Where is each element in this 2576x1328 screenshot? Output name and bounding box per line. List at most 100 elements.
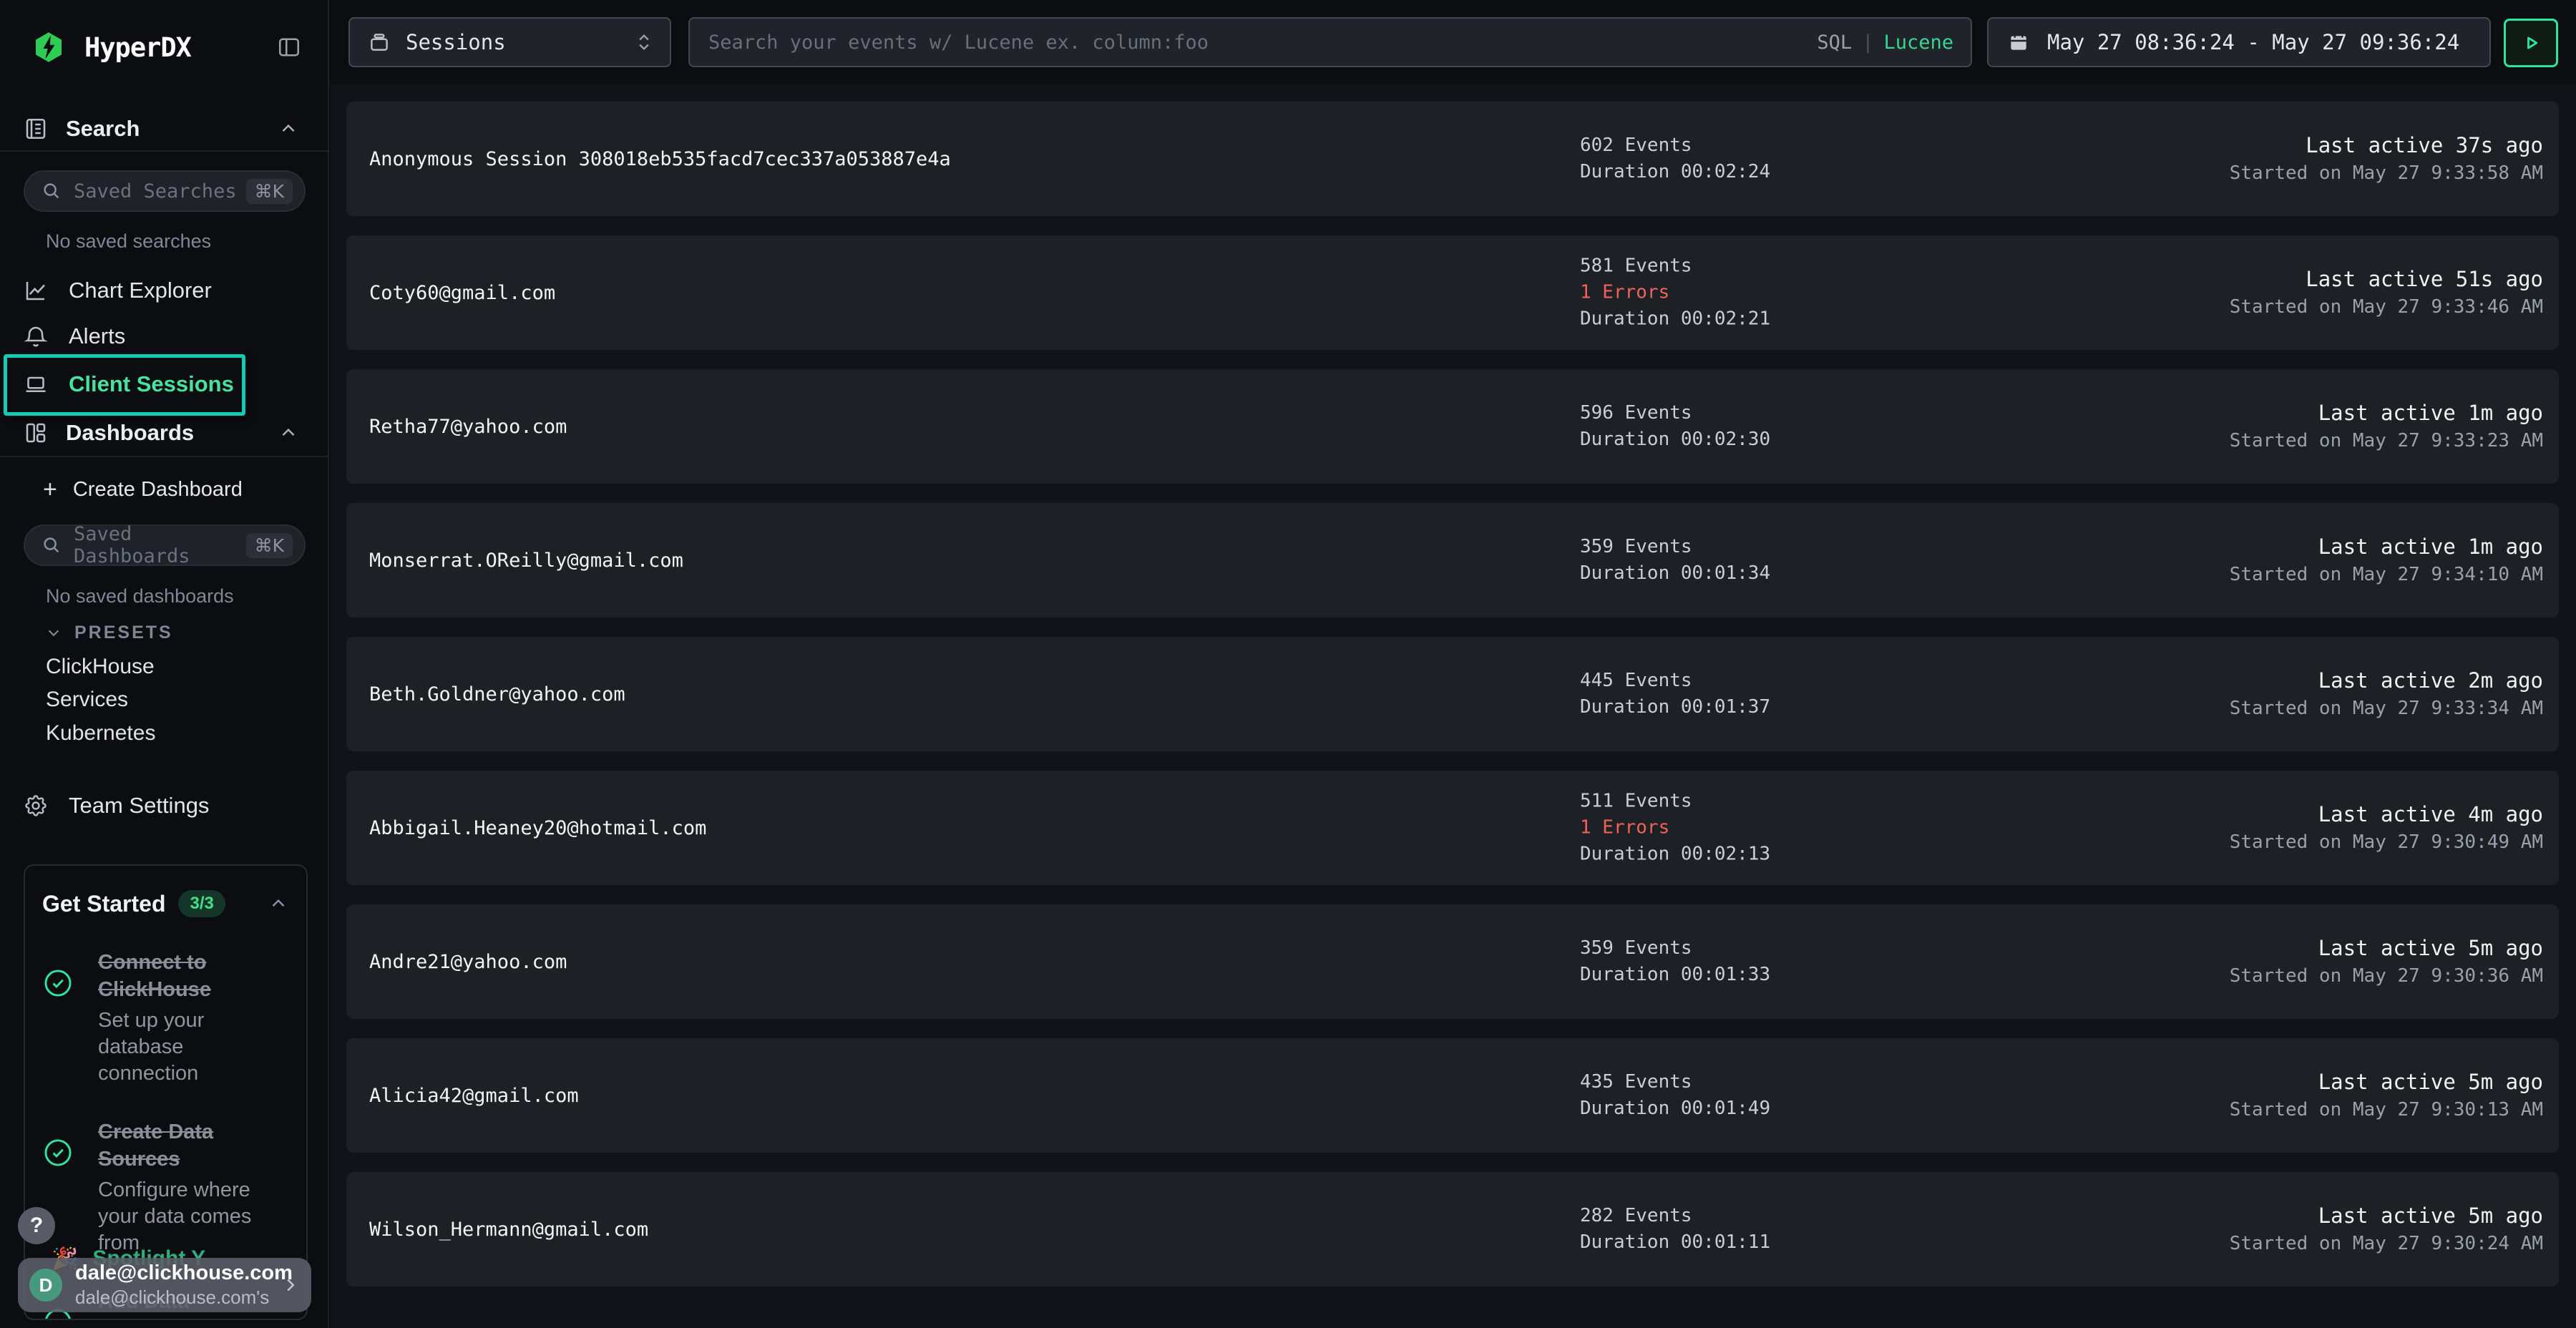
session-errors-count: 1 Errors	[1580, 815, 1770, 841]
session-last-active: Last active 5m ago	[2230, 1068, 2543, 1096]
create-dashboard-button[interactable]: + Create Dashboard	[0, 475, 328, 504]
divider	[0, 456, 328, 457]
session-name: Abbigail.Heaney20@hotmail.com	[369, 771, 706, 885]
sidebar-item-services[interactable]: Services	[0, 688, 328, 712]
sidebar-item-team-settings[interactable]: Team Settings	[0, 790, 328, 821]
sidebar-item-search[interactable]: Search	[0, 112, 328, 146]
session-row[interactable]: Anonymous Session 308018eb535facd7cec337…	[346, 102, 2559, 216]
session-events-count: 435 Events	[1580, 1069, 1770, 1095]
annotation-highlight-box	[4, 354, 245, 416]
presets-section-toggle[interactable]: PRESETS	[0, 620, 328, 645]
checklist-item-connect[interactable]: Connect to ClickHouse Set up your databa…	[42, 949, 289, 1087]
sessions-list-area: Anonymous Session 308018eb535facd7cec337…	[331, 84, 2576, 1328]
session-row[interactable]: Wilson_Hermann@gmail.com 282 Events Dura…	[346, 1172, 2559, 1286]
session-name: Andre21@yahoo.com	[369, 904, 567, 1019]
source-select-value: Sessions	[406, 30, 634, 54]
event-search-input[interactable]: Search your events w/ Lucene ex. column:…	[688, 17, 1972, 67]
dashboard-grid-icon	[23, 420, 49, 446]
sidebar-item-dashboards[interactable]: Dashboards	[0, 417, 328, 449]
session-name: Wilson_Hermann@gmail.com	[369, 1172, 648, 1286]
sidebar: HyperDX Search Saved Searches ⌘K No save…	[0, 0, 329, 1328]
sql-toggle[interactable]: SQL	[1817, 31, 1852, 54]
session-events-count: 602 Events	[1580, 132, 1770, 159]
session-events-count: 359 Events	[1580, 935, 1770, 962]
chevron-up-icon[interactable]	[268, 893, 289, 914]
session-started: Started on May 27 9:30:36 AM	[2230, 962, 2543, 990]
avatar: D	[29, 1269, 62, 1302]
session-row[interactable]: Andre21@yahoo.com 359 Events Duration 00…	[346, 904, 2559, 1019]
session-stats: 511 Events 1 Errors Duration 00:02:13	[1580, 788, 1770, 868]
session-stats: 282 Events Duration 00:01:11	[1580, 1203, 1770, 1256]
session-row[interactable]: Abbigail.Heaney20@hotmail.com 511 Events…	[346, 771, 2559, 885]
lucene-toggle[interactable]: Lucene	[1883, 31, 1953, 54]
session-events-count: 359 Events	[1580, 534, 1770, 560]
session-name: Coty60@gmail.com	[369, 235, 555, 350]
saved-dashboards-placeholder: Saved Dashboards	[74, 523, 246, 567]
session-last-active: Last active 2m ago	[2230, 666, 2543, 695]
no-saved-dashboards-text: No saved dashboards	[0, 585, 328, 607]
session-started: Started on May 27 9:34:10 AM	[2230, 561, 2543, 588]
session-events-count: 445 Events	[1580, 668, 1770, 694]
session-started: Started on May 27 9:30:24 AM	[2230, 1230, 2543, 1257]
session-times: Last active 5m ago Started on May 27 9:3…	[2230, 934, 2543, 990]
session-events-count: 596 Events	[1580, 400, 1770, 426]
chevron-up-icon[interactable]	[278, 422, 299, 444]
session-duration: Duration 00:02:24	[1580, 159, 1770, 185]
session-row[interactable]: Alicia42@gmail.com 435 Events Duration 0…	[346, 1038, 2559, 1153]
checklist-item-data-sources[interactable]: Create Data Sources Configure where your…	[42, 1118, 289, 1256]
session-name: Beth.Goldner@yahoo.com	[369, 637, 625, 751]
session-row[interactable]: Retha77@yahoo.com 596 Events Duration 00…	[346, 369, 2559, 484]
select-updown-icon	[634, 30, 654, 54]
session-events-count: 581 Events	[1580, 253, 1770, 280]
user-menu[interactable]: D dale@clickhouse.com dale@clickhouse.co…	[18, 1258, 311, 1312]
collapse-sidebar-icon[interactable]	[276, 34, 302, 60]
help-button[interactable]: ?	[18, 1207, 55, 1244]
session-last-active: Last active 4m ago	[2230, 800, 2543, 829]
session-name: Anonymous Session 308018eb535facd7cec337…	[369, 102, 951, 216]
sidebar-item-chart-explorer[interactable]: Chart Explorer	[0, 275, 328, 306]
saved-searches-input[interactable]: Saved Searches ⌘K	[24, 170, 306, 212]
session-stats: 435 Events Duration 00:01:49	[1580, 1069, 1770, 1122]
check-circle-icon	[42, 949, 88, 1087]
session-times: Last active 37s ago Started on May 27 9:…	[2230, 131, 2543, 187]
shortcut-badge: ⌘K	[246, 179, 293, 204]
user-email: dale@clickhouse.com	[75, 1261, 280, 1285]
run-query-button[interactable]	[2504, 19, 2558, 67]
session-last-active: Last active 37s ago	[2230, 131, 2543, 160]
time-range-value: May 27 08:36:24 - May 27 09:36:24	[2047, 30, 2459, 54]
session-name: Monserrat.OReilly@gmail.com	[369, 503, 683, 617]
gear-icon	[23, 793, 52, 819]
sessions-list: Anonymous Session 308018eb535facd7cec337…	[346, 102, 2559, 1306]
play-icon	[2519, 31, 2543, 55]
shortcut-badge: ⌘K	[246, 533, 293, 558]
saved-dashboards-input[interactable]: Saved Dashboards ⌘K	[24, 524, 306, 566]
source-select[interactable]: Sessions	[348, 17, 671, 67]
session-started: Started on May 27 9:33:58 AM	[2230, 160, 2543, 187]
session-stats: 596 Events Duration 00:02:30	[1580, 400, 1770, 453]
session-events-count: 511 Events	[1580, 788, 1770, 815]
chevron-up-icon[interactable]	[278, 118, 299, 140]
session-events-count: 282 Events	[1580, 1203, 1770, 1229]
checklist-item-title: Connect to ClickHouse	[98, 949, 289, 1003]
session-name: Retha77@yahoo.com	[369, 369, 567, 484]
session-started: Started on May 27 9:30:13 AM	[2230, 1096, 2543, 1123]
session-row[interactable]: Coty60@gmail.com 581 Events 1 Errors Dur…	[346, 235, 2559, 350]
time-range-picker[interactable]: May 27 08:36:24 - May 27 09:36:24	[1987, 17, 2491, 67]
sidebar-item-clickhouse[interactable]: ClickHouse	[0, 655, 328, 679]
search-icon	[41, 534, 62, 556]
session-duration: Duration 00:02:13	[1580, 841, 1770, 868]
session-row[interactable]: Monserrat.OReilly@gmail.com 359 Events D…	[346, 503, 2559, 617]
sidebar-item-label: Alerts	[69, 323, 125, 349]
session-duration: Duration 00:01:37	[1580, 694, 1770, 721]
session-duration: Duration 00:01:34	[1580, 560, 1770, 587]
chevron-down-icon	[44, 623, 63, 642]
session-duration: Duration 00:01:11	[1580, 1229, 1770, 1256]
session-last-active: Last active 5m ago	[2230, 1201, 2543, 1230]
sidebar-item-kubernetes[interactable]: Kubernetes	[0, 721, 328, 746]
plus-icon: +	[43, 476, 57, 504]
session-times: Last active 4m ago Started on May 27 9:3…	[2230, 800, 2543, 856]
session-stats: 445 Events Duration 00:01:37	[1580, 668, 1770, 721]
sidebar-item-alerts[interactable]: Alerts	[0, 321, 328, 352]
session-times: Last active 5m ago Started on May 27 9:3…	[2230, 1201, 2543, 1257]
session-row[interactable]: Beth.Goldner@yahoo.com 445 Events Durati…	[346, 637, 2559, 751]
